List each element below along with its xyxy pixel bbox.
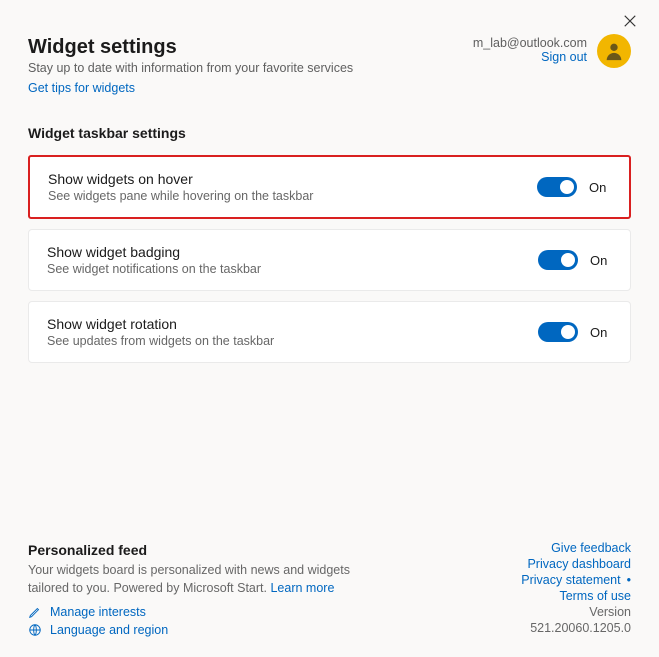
avatar[interactable] [597, 34, 631, 68]
toggle-state-label: On [590, 253, 612, 268]
card-text: Show widget badging See widget notificat… [47, 244, 538, 276]
card-title: Show widget rotation [47, 316, 538, 332]
card-title: Show widget badging [47, 244, 538, 260]
footer-desc: Your widgets board is personalized with … [28, 562, 388, 597]
close-icon [623, 14, 637, 28]
toggle-show-on-hover[interactable] [537, 177, 577, 197]
footer-title: Personalized feed [28, 542, 388, 558]
avatar-icon [603, 40, 625, 62]
version-label: Version [521, 605, 631, 619]
card-text: Show widgets on hover See widgets pane w… [48, 171, 537, 203]
section-title: Widget taskbar settings [28, 125, 631, 141]
toggle-wrap: On [538, 322, 612, 342]
terms-of-use-link[interactable]: Terms of use [559, 589, 631, 603]
language-region-link[interactable]: Language and region [50, 623, 168, 637]
give-feedback-link[interactable]: Give feedback [551, 541, 631, 555]
privacy-statement-link[interactable]: Privacy statement [521, 573, 631, 587]
toggle-rotation[interactable] [538, 322, 578, 342]
card-title: Show widgets on hover [48, 171, 537, 187]
card-desc: See widget notifications on the taskbar [47, 262, 538, 276]
toggle-badging[interactable] [538, 250, 578, 270]
footer: Personalized feed Your widgets board is … [28, 521, 631, 637]
account-block: m_lab@outlook.com Sign out [473, 36, 631, 68]
page-title: Widget settings [28, 36, 473, 59]
pencil-icon [28, 605, 42, 619]
language-region-row[interactable]: Language and region [28, 623, 388, 637]
toggle-state-label: On [589, 180, 611, 195]
card-text: Show widget rotation See updates from wi… [47, 316, 538, 348]
account-text: m_lab@outlook.com Sign out [473, 36, 587, 64]
setting-card-badging: Show widget badging See widget notificat… [28, 229, 631, 291]
setting-card-rotation: Show widget rotation See updates from wi… [28, 301, 631, 363]
account-email: m_lab@outlook.com [473, 36, 587, 50]
manage-interests-row[interactable]: Manage interests [28, 605, 388, 619]
toggle-state-label: On [590, 325, 612, 340]
footer-left: Personalized feed Your widgets board is … [28, 542, 388, 637]
card-desc: See widgets pane while hovering on the t… [48, 189, 537, 203]
privacy-dashboard-link[interactable]: Privacy dashboard [527, 557, 631, 571]
widget-settings-panel: Widget settings Stay up to date with inf… [0, 0, 659, 657]
sign-out-link[interactable]: Sign out [473, 50, 587, 64]
title-block: Widget settings Stay up to date with inf… [28, 36, 473, 97]
page-subtitle: Stay up to date with information from yo… [28, 61, 473, 75]
card-desc: See updates from widgets on the taskbar [47, 334, 538, 348]
toggle-wrap: On [537, 177, 611, 197]
header-row: Widget settings Stay up to date with inf… [28, 36, 631, 97]
close-button[interactable] [623, 14, 639, 30]
globe-icon [28, 623, 42, 637]
learn-more-link[interactable]: Learn more [270, 581, 334, 595]
footer-right: Give feedback Privacy dashboard Privacy … [521, 541, 631, 637]
tips-link[interactable]: Get tips for widgets [28, 81, 135, 95]
toggle-wrap: On [538, 250, 612, 270]
manage-interests-link[interactable]: Manage interests [50, 605, 146, 619]
setting-card-hover: Show widgets on hover See widgets pane w… [28, 155, 631, 219]
version-number: 521.20060.1205.0 [521, 621, 631, 635]
